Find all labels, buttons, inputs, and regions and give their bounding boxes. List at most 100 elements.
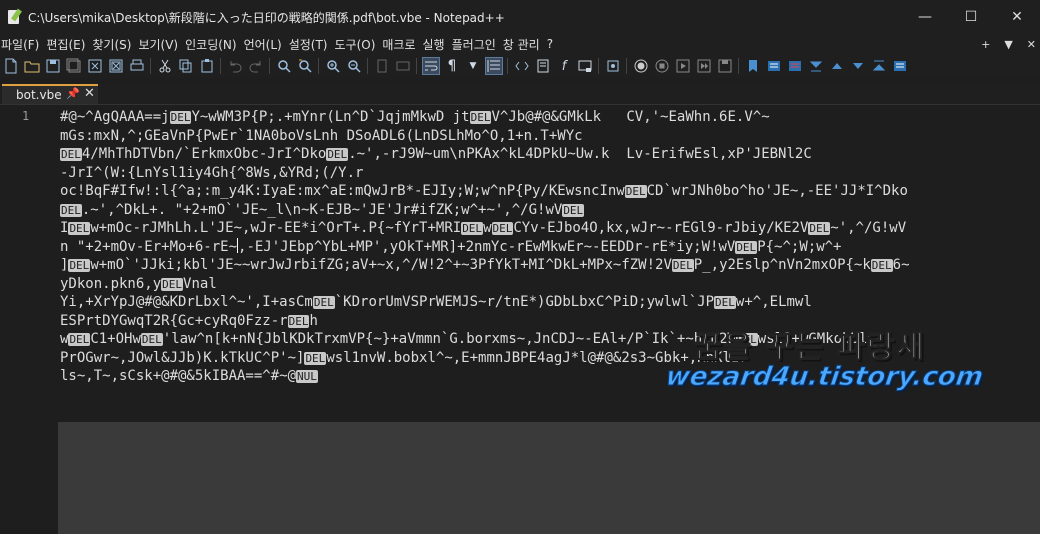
code-text: CD`wrJNh0bo^ho'JE~,-EE'JJ*I^Dko — [646, 183, 908, 199]
code-line: #@~^AgQAAA==jDELY~wWM3P{P;.+mYnr(Ln^D`Jq… — [60, 108, 910, 127]
control-char-badge: DEL — [461, 222, 484, 235]
code-text: w+mOc-rJMhLh.L'JE~,wJr-EE*i^OrT+.P{~fYrT… — [90, 220, 462, 236]
save-macro-icon[interactable] — [717, 58, 733, 74]
menu-search[interactable]: 찾기(S) — [92, 36, 138, 53]
undo-icon[interactable] — [227, 58, 243, 74]
record-macro-icon[interactable] — [633, 58, 649, 74]
menu-right-controls: + ▼ ✕ — [981, 34, 1036, 54]
stop-macro-icon[interactable] — [654, 58, 670, 74]
code-text: wsl1nvW.bobxl^~,E+mmnJBPE4agJ*l@#@&2s3~G… — [326, 349, 748, 366]
control-char-badge: DEL — [312, 296, 335, 309]
code-text: #@~^AgQAAA==j — [60, 109, 170, 125]
control-char-badge: DEL — [735, 333, 758, 346]
control-char-badge: DEL — [562, 203, 585, 217]
bookmark-icon[interactable] — [745, 58, 761, 74]
pin-icon[interactable]: 📌 — [66, 87, 80, 100]
word-wrap-icon[interactable] — [422, 57, 440, 75]
tab-bot-vbe[interactable]: bot.vbe 📌 ✕ — [2, 84, 98, 104]
control-char-badge: DEL — [169, 111, 192, 124]
code-line: yDkon.pkn6,yDELVnal — [60, 275, 910, 294]
paste-icon[interactable] — [199, 58, 215, 74]
collapse-icon[interactable] — [808, 58, 824, 74]
zoom-out-icon[interactable] — [346, 58, 362, 74]
udl-icon[interactable] — [514, 58, 530, 74]
code-text: ls~,T~,sCsk+@#@&5kIBAA==^#~@ — [60, 368, 297, 384]
menu-encoding[interactable]: 인코딩(N) — [185, 36, 243, 53]
toolbar-separator — [269, 58, 270, 74]
code-text: w+^,ELmwl — [735, 294, 812, 310]
code-line: Yi,+XrYpJ@#@&KDrLbxl^~',I+asCmDEL`KDrorU… — [60, 293, 910, 312]
replace-icon[interactable] — [297, 58, 313, 74]
control-char-badge: DEL — [140, 333, 163, 346]
window-controls: — ☐ ✕ — [902, 0, 1040, 34]
close-tab-icon[interactable]: ✕ — [84, 86, 95, 101]
control-char-badge: DEL — [326, 148, 349, 161]
panel-alt-icon[interactable] — [787, 58, 803, 74]
menu-file[interactable]: 파일(F) — [1, 36, 46, 53]
toolbar-separator — [318, 58, 319, 74]
arrow-down-icon[interactable] — [850, 58, 866, 74]
panel-icon[interactable] — [766, 58, 782, 74]
dropdown-icon[interactable]: ▼ — [465, 58, 481, 74]
menu-view[interactable]: 보기(V) — [138, 36, 185, 53]
toolbar-separator — [626, 58, 627, 74]
new-tab-button[interactable]: + — [981, 38, 990, 51]
redo-icon[interactable] — [248, 58, 264, 74]
open-file-icon[interactable] — [24, 58, 40, 74]
code-text: C1+OHw — [90, 331, 141, 347]
sync-v-icon[interactable] — [374, 58, 390, 74]
menu-window[interactable]: 창 관리 — [503, 36, 547, 53]
code-line: n "+2+mOv-Er+Mo+6-rE~,-EJ'JEbp^YbL+MP',y… — [60, 237, 910, 257]
menu-settings[interactable]: 설정(T) — [289, 36, 335, 53]
close-tab-button[interactable]: ✕ — [1027, 38, 1036, 51]
menu-edit[interactable]: 편집(E) — [46, 36, 92, 53]
control-char-badge: DEL — [808, 222, 831, 235]
expand-icon[interactable] — [871, 58, 887, 74]
control-char-badge: NUL — [296, 370, 318, 383]
toolbar-separator — [598, 58, 599, 74]
zoom-in-icon[interactable] — [325, 58, 341, 74]
control-char-badge: DEL — [735, 240, 758, 254]
function-list-icon[interactable]: f — [556, 58, 572, 74]
code-text: wsl1+wGMkobUl^~ — [757, 331, 885, 347]
maximize-button[interactable]: ☐ — [948, 0, 994, 34]
editor-empty-area[interactable] — [58, 422, 1040, 534]
save-all-icon[interactable] — [66, 58, 82, 74]
menu-language[interactable]: 언어(L) — [244, 36, 289, 53]
copy-icon[interactable] — [178, 58, 194, 74]
editor-text-area[interactable]: #@~^AgQAAA==jDELY~wWM3P{P;.+mYnr(Ln^D`Jq… — [58, 106, 1040, 422]
run-macro-icon[interactable] — [696, 58, 712, 74]
minimize-button[interactable]: — — [902, 0, 948, 34]
close-window-button[interactable]: ✕ — [994, 0, 1040, 34]
monitor-icon[interactable] — [605, 58, 621, 74]
menu-tools[interactable]: 도구(O) — [335, 36, 383, 53]
sync-h-icon[interactable] — [395, 58, 411, 74]
indent-guide-icon[interactable] — [485, 57, 503, 75]
code-line: ]DELw+mO`'JJki;kbl'JE~~wrJwJrbifZG;aV+~x… — [60, 256, 910, 275]
code-line: IDELw+mOc-rJMhLh.L'JE~,wJr-EE*i^OrT+.P{~… — [60, 219, 910, 238]
cut-icon[interactable] — [157, 58, 173, 74]
new-file-icon[interactable] — [3, 58, 19, 74]
arrow-up-icon[interactable] — [829, 58, 845, 74]
toolbar-separator — [150, 58, 151, 74]
menu-plugins[interactable]: 플러그인 — [452, 36, 503, 53]
code-line: oc!BqF#Ifw!:l{^a;:m_y4K:IyaE:mx^aE:mQwJr… — [60, 182, 910, 201]
menu-macro[interactable]: 매크로 — [382, 36, 422, 53]
code-line: wDELC1+OHwDEL'law^n[k+nN{JblKDkTrxmVP{~}… — [60, 330, 910, 349]
show-all-chars-icon[interactable]: ¶ — [444, 58, 460, 74]
code-text: mGs:mxN,^;GEaVnP{PwEr`1NA0boVsLnh DSoADL… — [60, 127, 583, 144]
close-all-icon[interactable] — [108, 58, 124, 74]
list-icon[interactable] — [892, 58, 908, 74]
find-icon[interactable] — [276, 58, 292, 74]
close-icon[interactable] — [87, 58, 103, 74]
menu-help[interactable]: ? — [547, 37, 560, 51]
doc-map-icon[interactable] — [535, 58, 551, 74]
save-icon[interactable] — [45, 58, 61, 74]
menu-run[interactable]: 실행 — [423, 36, 452, 53]
print-icon[interactable] — [129, 58, 145, 74]
play-macro-icon[interactable] — [675, 58, 691, 74]
tab-list-dropdown[interactable]: ▼ — [1004, 38, 1012, 51]
control-char-badge: DEL — [714, 296, 736, 309]
control-char-badge: DEL — [68, 259, 91, 272]
folder-workspace-icon[interactable] — [577, 58, 593, 74]
